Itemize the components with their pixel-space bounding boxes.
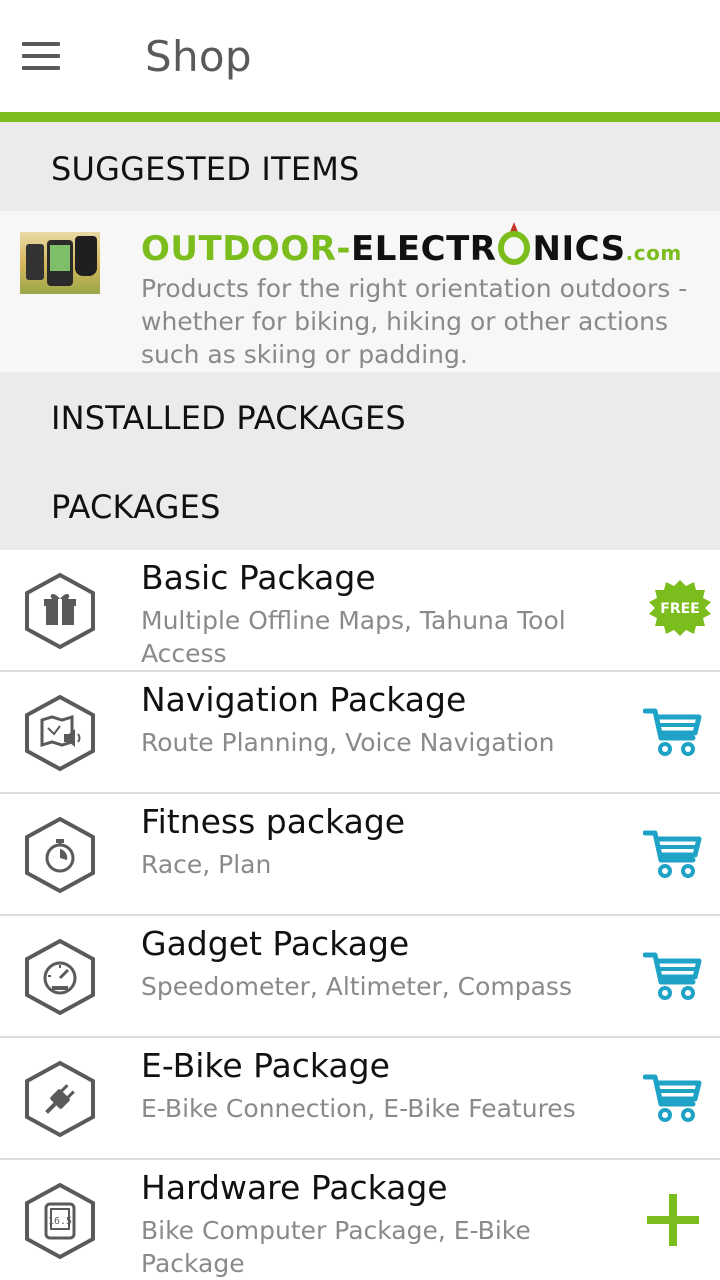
shopping-cart-icon (643, 1074, 702, 1122)
free-badge-label: FREE (660, 601, 699, 617)
hamburger-menu-icon[interactable] (22, 36, 74, 76)
package-description: Bike Computer Package, E-Bike Package (141, 1216, 531, 1278)
add-button[interactable] (642, 1192, 704, 1248)
cart-button[interactable] (642, 1070, 704, 1126)
page-title: Shop (145, 32, 252, 81)
section-header-packages: PACKAGES (0, 461, 720, 550)
stopwatch-icon (25, 816, 95, 894)
cart-button[interactable] (642, 826, 704, 882)
package-name: Fitness package (141, 802, 406, 841)
package-row-hardware[interactable]: 16.5 Hardware Package Bike Computer Pack… (0, 1160, 720, 1280)
section-header-installed: INSTALLED PACKAGES (0, 372, 720, 461)
outdoor-electronics-logo: OUTDOOR-ELECTR NICS.com (141, 222, 682, 269)
package-name: E-Bike Package (141, 1046, 390, 1085)
plug-icon (25, 1060, 95, 1138)
speedometer-icon (25, 938, 95, 1016)
banner-description: Products for the right orientation outdo… (141, 274, 688, 369)
cart-button[interactable] (642, 948, 704, 1004)
package-name: Hardware Package (141, 1168, 448, 1207)
package-description: Race, Plan (141, 850, 272, 879)
shopping-cart-icon (643, 830, 702, 878)
app-bar: Shop (0, 0, 720, 112)
cart-button[interactable] (642, 704, 704, 760)
gift-icon (25, 572, 95, 650)
compass-o-icon (498, 222, 531, 265)
package-name: Basic Package (141, 558, 376, 597)
package-row-gadget[interactable]: Gadget Package Speedometer, Altimeter, C… (0, 916, 720, 1038)
package-row-ebike[interactable]: E-Bike Package E-Bike Connection, E-Bike… (0, 1038, 720, 1160)
section-header-suggested: SUGGESTED ITEMS (0, 122, 720, 211)
package-row-navigation[interactable]: Navigation Package Route Planning, Voice… (0, 672, 720, 794)
section-label: PACKAGES (51, 488, 221, 526)
package-name: Navigation Package (141, 680, 467, 719)
package-description: Multiple Offline Maps, Tahuna Tool Acces… (141, 606, 566, 668)
package-name: Gadget Package (141, 924, 410, 963)
plus-icon (647, 1194, 699, 1246)
svg-text:16.5: 16.5 (48, 1216, 72, 1227)
shopping-cart-icon (643, 952, 702, 1000)
package-description: E-Bike Connection, E-Bike Features (141, 1094, 576, 1123)
package-description: Speedometer, Altimeter, Compass (141, 972, 572, 1001)
free-starburst-icon: FREE (649, 580, 711, 636)
product-thumbnail (20, 232, 100, 294)
package-row-basic[interactable]: Basic Package Multiple Offline Maps, Tah… (0, 550, 720, 672)
shopping-cart-icon (643, 708, 702, 756)
package-description: Route Planning, Voice Navigation (141, 728, 555, 757)
free-badge: FREE (642, 578, 718, 638)
section-label: INSTALLED PACKAGES (51, 399, 406, 437)
map-voice-icon (25, 694, 95, 772)
section-label: SUGGESTED ITEMS (51, 150, 360, 188)
package-row-fitness[interactable]: Fitness package Race, Plan (0, 794, 720, 916)
accent-bar (0, 112, 720, 122)
bike-computer-icon: 16.5 (25, 1182, 95, 1260)
